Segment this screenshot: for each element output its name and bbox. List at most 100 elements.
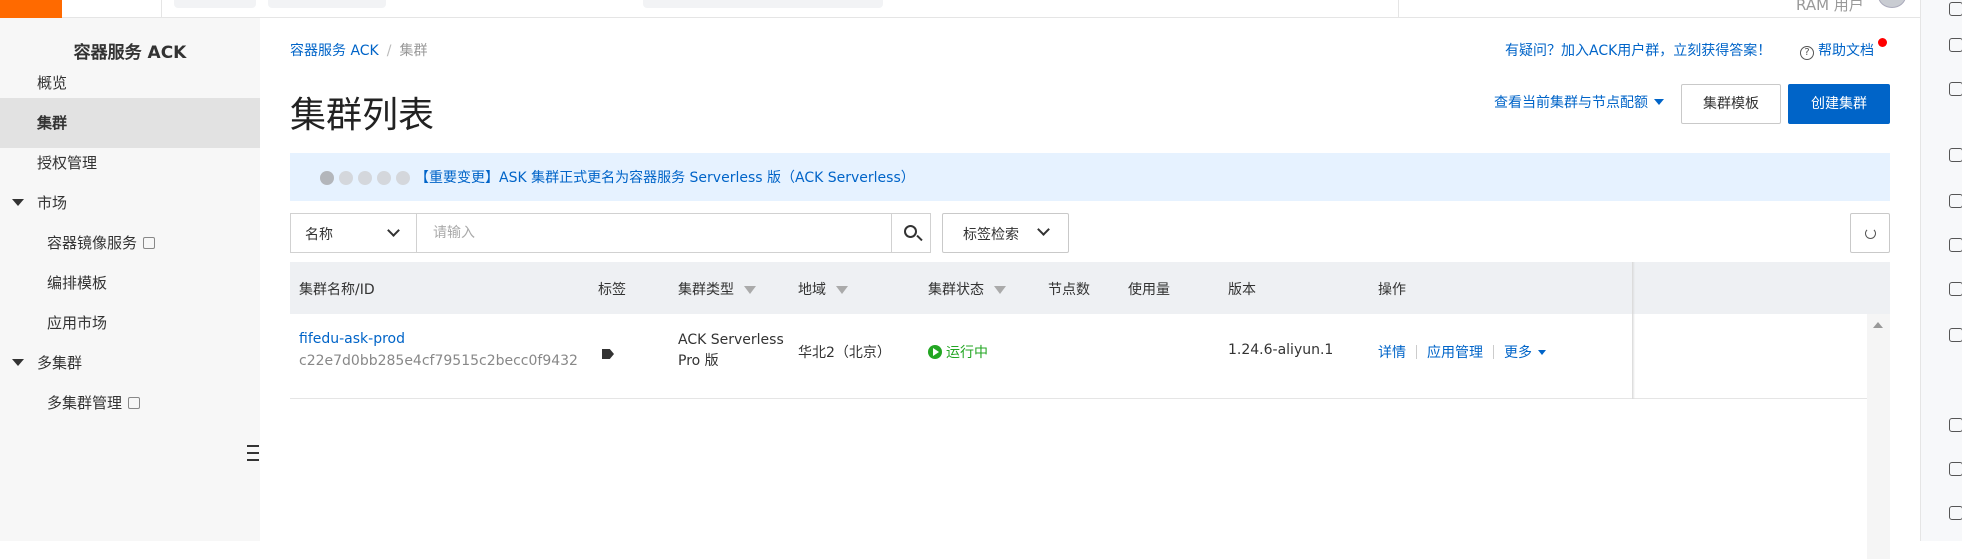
column-header-status-label: 集群状态 xyxy=(928,282,984,298)
column-header-nodes: 节点数 xyxy=(1048,282,1090,298)
cluster-version: 1.24.6-aliyun.1 xyxy=(1228,342,1334,358)
search-button[interactable] xyxy=(891,213,931,253)
topbar-workbench-pill[interactable] xyxy=(174,0,256,8)
cluster-template-button[interactable]: 集群模板 xyxy=(1681,84,1781,124)
column-header-name: 集群名称/ID xyxy=(299,282,375,298)
topbar-search-pill[interactable] xyxy=(643,0,883,8)
sidebar-item-multicluster-mgmt[interactable]: 多集群管理 xyxy=(0,378,260,428)
cluster-status: 运行中 xyxy=(928,342,988,362)
notice-banner: 【重要变更】ASK 集群正式更名为容器服务 Serverless 版（ACK S… xyxy=(290,153,1890,201)
search-icon xyxy=(904,225,917,238)
column-header-type-label: 集群类型 xyxy=(678,282,734,298)
main-content: 容器服务 ACK / 集群 有疑问？加入ACK用户群，立刻获得答案！ ? 帮助文档 集… xyxy=(260,18,1920,559)
carousel-dot[interactable] xyxy=(377,171,391,185)
tag-icon[interactable] xyxy=(602,349,614,359)
rail-icon-panel[interactable] xyxy=(1949,82,1962,96)
rail-icon-folder[interactable] xyxy=(1949,506,1962,520)
breadcrumb-current: 集群 xyxy=(399,43,428,59)
chevron-down-icon xyxy=(1037,223,1050,236)
scroll-up-icon[interactable] xyxy=(1873,322,1883,328)
filter-icon[interactable] xyxy=(744,286,756,294)
sidebar-item-label: 多集群 xyxy=(37,354,83,372)
app-management-link[interactable]: 应用管理 xyxy=(1427,345,1483,361)
breadcrumb: 容器服务 ACK / 集群 xyxy=(290,40,427,60)
sidebar-item-label: 应用市场 xyxy=(47,314,108,332)
sidebar: 容器服务 ACK 概览 集群 授权管理 市场 容器镜像服务 编排模板 应用市场 … xyxy=(0,18,260,541)
chevron-down-icon xyxy=(387,224,400,237)
topbar-resource-pill[interactable] xyxy=(268,0,386,8)
notice-text[interactable]: 【重要变更】ASK 集群正式更名为容器服务 Serverless 版（ACK S… xyxy=(415,167,915,187)
carousel-dot[interactable] xyxy=(396,171,410,185)
rail-icon-calendar[interactable] xyxy=(1949,238,1962,252)
help-doc-link[interactable]: ? 帮助文档 xyxy=(1800,40,1874,60)
sidebar-item-label: 概览 xyxy=(37,74,68,92)
help-doc-label: 帮助文档 xyxy=(1818,43,1874,59)
page-title: 集群列表 xyxy=(290,95,435,136)
column-header-region[interactable]: 地域 xyxy=(798,279,848,299)
refresh-button[interactable] xyxy=(1850,213,1890,253)
create-cluster-button[interactable]: 创建集群 xyxy=(1788,84,1890,124)
rail-icon-edit[interactable] xyxy=(1949,462,1962,476)
ram-user-label[interactable]: RAM 用户 xyxy=(1796,0,1864,15)
tag-search-button[interactable]: 标签检索 xyxy=(942,213,1069,253)
rail-icon-home[interactable] xyxy=(1949,2,1962,16)
table-header: 集群名称/ID 标签 集群类型 地域 集群状态 节点数 使用量 版本 操作 xyxy=(290,262,1890,314)
column-header-status[interactable]: 集群状态 xyxy=(928,279,1006,299)
more-dropdown[interactable]: 更多 xyxy=(1504,345,1546,361)
topbar-divider xyxy=(161,0,162,18)
refresh-icon xyxy=(1865,228,1876,239)
filter-icon[interactable] xyxy=(994,286,1006,294)
rail-icon-check[interactable] xyxy=(1949,282,1962,296)
cluster-region: 华北2（北京） xyxy=(798,345,891,361)
more-label: 更多 xyxy=(1504,345,1532,361)
caret-down-icon xyxy=(1654,99,1664,105)
play-circle-icon xyxy=(928,345,942,359)
carousel-dot[interactable] xyxy=(339,171,353,185)
cluster-name-link[interactable]: fifedu-ask-prod xyxy=(299,331,405,347)
question-icon: ? xyxy=(1800,46,1814,60)
aliyun-logo[interactable] xyxy=(0,0,62,18)
view-quota-dropdown[interactable]: 查看当前集群与节点配额 xyxy=(1494,92,1664,112)
carousel-dot[interactable] xyxy=(320,171,334,185)
rail-icon-mail[interactable] xyxy=(1949,418,1962,432)
rail-icon-cloud[interactable] xyxy=(1949,194,1962,208)
topbar-divider xyxy=(1398,0,1399,18)
sidebar-item-label: 集群 xyxy=(37,114,68,132)
top-bar: RAM 用户 xyxy=(0,0,1962,18)
carousel-dot[interactable] xyxy=(358,171,372,185)
breadcrumb-root[interactable]: 容器服务 ACK xyxy=(290,43,379,59)
filter-icon[interactable] xyxy=(836,286,848,294)
search-input[interactable] xyxy=(416,213,897,253)
row-actions: 详情 应用管理 更多 xyxy=(1378,342,1546,362)
table-scrollbar[interactable] xyxy=(1867,314,1890,559)
search-field-label: 名称 xyxy=(305,227,333,243)
detail-link[interactable]: 详情 xyxy=(1378,345,1406,361)
tag-search-label: 标签检索 xyxy=(963,227,1019,243)
cluster-id: c22e7d0bb285e4cf79515c2becc0f9432 xyxy=(299,353,578,369)
carousel-dots xyxy=(320,171,415,189)
avatar[interactable] xyxy=(1878,0,1906,8)
column-header-type[interactable]: 集群类型 xyxy=(678,279,756,299)
rail-icon-lightning[interactable] xyxy=(1949,328,1962,342)
help-community-link[interactable]: 有疑问？加入ACK用户群，立刻获得答案！ xyxy=(1505,40,1771,60)
column-header-ops: 操作 xyxy=(1378,282,1406,298)
sidebar-item-label: 容器镜像服务 xyxy=(47,234,138,252)
external-link-icon xyxy=(143,237,156,249)
view-quota-label: 查看当前集群与节点配额 xyxy=(1494,95,1648,111)
notification-dot xyxy=(1878,38,1887,47)
sidebar-item-label: 多集群管理 xyxy=(47,394,123,412)
breadcrumb-separator: / xyxy=(386,43,392,59)
caret-down-icon xyxy=(1538,350,1546,355)
column-header-region-label: 地域 xyxy=(798,282,826,298)
cluster-status-label: 运行中 xyxy=(946,345,988,361)
external-link-icon xyxy=(128,397,141,409)
rail-icon-grid[interactable] xyxy=(1949,38,1962,52)
sidebar-collapse-icon[interactable] xyxy=(245,443,261,465)
sidebar-item-label: 编排模板 xyxy=(47,274,108,292)
right-tool-rail xyxy=(1920,0,1962,541)
rail-icon-phone[interactable] xyxy=(1949,148,1962,162)
sidebar-item-label: 授权管理 xyxy=(37,154,98,172)
sidebar-item-label: 市场 xyxy=(37,194,68,212)
column-header-tags: 标签 xyxy=(598,282,626,298)
search-field-select[interactable]: 名称 xyxy=(290,213,417,253)
